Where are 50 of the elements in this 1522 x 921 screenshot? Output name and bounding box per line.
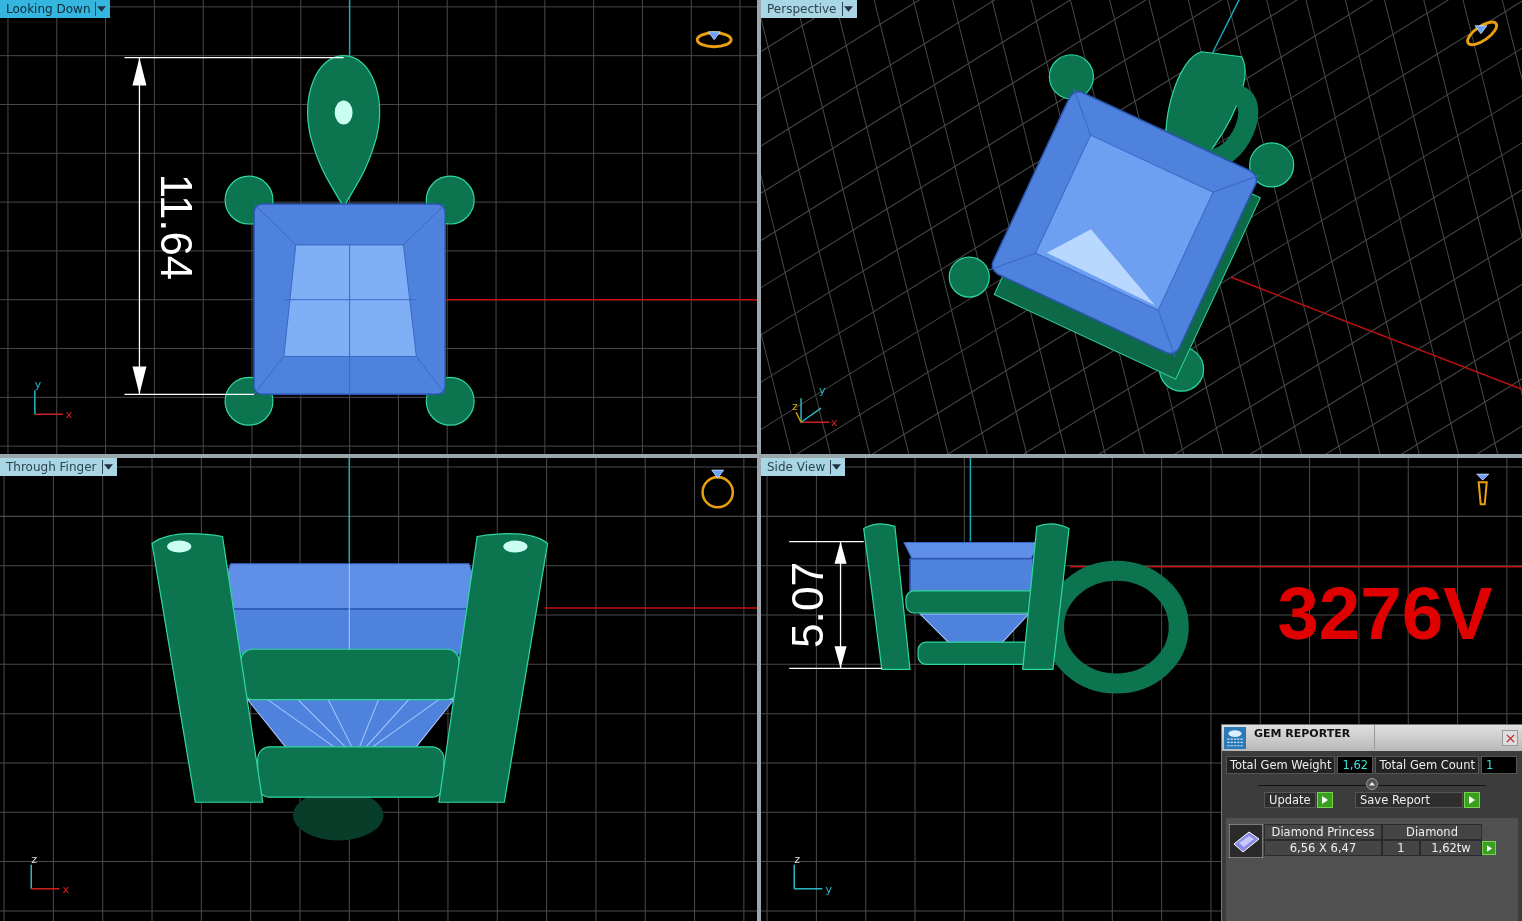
count-value: 1 <box>1480 756 1517 774</box>
play-icon[interactable] <box>1486 844 1492 852</box>
axis-line <box>348 0 351 57</box>
axis-label: z <box>794 852 801 866</box>
weight-label: Total Gem Weight <box>1226 756 1336 774</box>
dimension-label: 5.07 <box>783 561 833 649</box>
viewport-tab[interactable]: Side View <box>761 458 846 476</box>
dropdown-icon[interactable] <box>95 2 108 16</box>
report-button[interactable]: Save Report <box>1355 792 1463 808</box>
gem-count: 1 <box>1382 840 1420 856</box>
gem-name: Diamond Princess <box>1264 824 1382 840</box>
report-icon <box>1224 727 1246 749</box>
weight-value: 1,62 <box>1337 756 1374 774</box>
axis-label: x <box>65 408 73 422</box>
count-label: Total Gem Count <box>1375 756 1479 774</box>
axis-line <box>1210 0 1242 56</box>
report-button[interactable]: Update <box>1264 792 1316 808</box>
axis-label: z <box>792 400 798 414</box>
ring-icon <box>701 469 735 509</box>
dimension-label: 11.64 <box>152 173 202 281</box>
gem-thumbnail <box>1229 824 1263 858</box>
axis-gizmo <box>30 863 61 890</box>
axis-label: x <box>831 416 838 430</box>
panel-title: GEM REPORTER <box>1248 725 1375 749</box>
dropdown-icon[interactable] <box>841 2 854 16</box>
axis-label: x <box>62 882 69 896</box>
gem-material: Diamond <box>1382 824 1482 840</box>
gem-weight: 1,62tw <box>1420 840 1482 856</box>
play-icon[interactable] <box>1469 796 1475 804</box>
axis-label: y <box>34 378 42 392</box>
pendant-icon <box>1476 473 1490 506</box>
model-code: 3276V <box>1277 572 1493 656</box>
play-icon[interactable] <box>1322 796 1328 804</box>
dropdown-icon[interactable] <box>101 460 114 474</box>
run-button[interactable] <box>1317 792 1333 808</box>
viewport-tab[interactable]: Perspective <box>761 0 857 18</box>
ring-icon <box>1466 20 1499 47</box>
gem-size: 6,56 X 6,47 <box>1264 840 1382 856</box>
axis-label: z <box>31 852 38 866</box>
axis-gizmo <box>793 863 824 890</box>
viewport-tab[interactable]: Looking Down <box>0 0 111 18</box>
dropdown-icon[interactable] <box>830 460 843 474</box>
ring-icon <box>695 31 733 49</box>
gem-detail-button[interactable] <box>1482 841 1496 855</box>
splitter-handle[interactable] <box>1366 778 1378 790</box>
axis-gizmo <box>34 389 64 415</box>
run-button[interactable] <box>1464 792 1480 808</box>
axis-label: y <box>825 882 832 896</box>
axis-label: y <box>819 384 826 398</box>
viewport-tab[interactable]: Through Finger <box>0 458 117 476</box>
